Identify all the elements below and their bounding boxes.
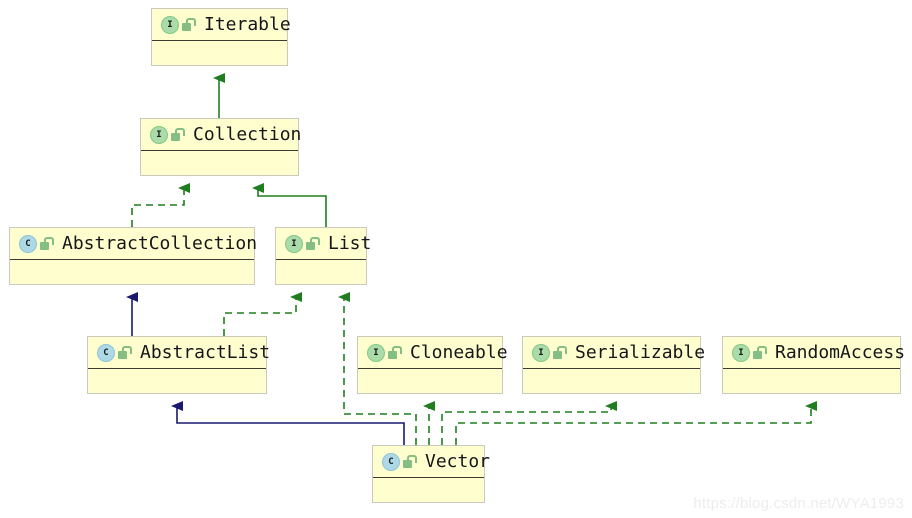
- uml-node-name: Vector: [425, 450, 491, 472]
- public-lock-icon: [553, 345, 567, 360]
- uml-node-randomaccess[interactable]: I RandomAccess: [722, 336, 905, 394]
- watermark-text: https://blog.csdn.net/WYA1993: [693, 495, 904, 512]
- uml-node-name: AbstractCollection: [62, 232, 258, 254]
- uml-node-list[interactable]: I List: [275, 227, 371, 285]
- uml-node-vector[interactable]: C Vector: [372, 445, 490, 503]
- uml-node-iterable[interactable]: I Iterable: [151, 8, 291, 66]
- uml-node-name: Iterable: [204, 13, 291, 35]
- uml-node-members: [276, 260, 366, 285]
- uml-node-members: [141, 151, 298, 176]
- edge-abstractcollection-to-collection: [131, 183, 190, 227]
- class-circle-icon: C: [97, 343, 115, 362]
- uml-node-header: C Vector: [373, 446, 490, 478]
- interface-circle-icon: I: [161, 15, 179, 34]
- uml-node-name: Cloneable: [410, 341, 508, 363]
- public-lock-icon: [388, 345, 402, 360]
- public-lock-icon: [171, 127, 185, 142]
- interface-circle-icon: I: [367, 343, 385, 362]
- interface-circle-icon: I: [732, 343, 750, 362]
- interface-circle-icon: I: [532, 343, 550, 362]
- public-lock-icon: [753, 345, 767, 360]
- uml-node-header: I RandomAccess: [723, 337, 905, 369]
- uml-node-collection[interactable]: I Collection: [140, 118, 302, 176]
- uml-node-members: [358, 369, 502, 394]
- interface-circle-icon: I: [285, 234, 303, 253]
- uml-node-members: [88, 369, 266, 394]
- uml-node-abstractcollection[interactable]: C AbstractCollection: [9, 227, 258, 285]
- uml-node-header: C AbstractList: [88, 337, 270, 369]
- interface-circle-icon: I: [150, 125, 168, 144]
- public-lock-icon: [182, 17, 196, 32]
- uml-class-diagram: I Iterable I Collection C AbstractCollec…: [0, 0, 912, 518]
- uml-node-name: Collection: [193, 123, 302, 145]
- uml-node-header: I Collection: [141, 119, 302, 151]
- class-circle-icon: C: [19, 234, 37, 253]
- public-lock-icon: [403, 454, 417, 469]
- uml-node-members: [10, 260, 254, 285]
- uml-node-serializable[interactable]: I Serializable: [522, 336, 705, 394]
- edge-vector-to-serializable: [441, 401, 617, 445]
- uml-node-name: AbstractList: [140, 341, 271, 363]
- public-lock-icon: [40, 236, 54, 251]
- edge-vector-to-abstractlist: [171, 401, 405, 445]
- uml-node-abstractlist[interactable]: C AbstractList: [87, 336, 270, 394]
- class-circle-icon: C: [382, 452, 400, 471]
- uml-node-members: [523, 369, 700, 394]
- public-lock-icon: [118, 345, 132, 360]
- uml-node-members: [373, 478, 484, 503]
- uml-node-header: C AbstractCollection: [10, 228, 258, 260]
- uml-node-members: [723, 369, 900, 394]
- edge-vector-to-randomaccess: [455, 401, 817, 445]
- uml-node-header: I List: [276, 228, 371, 260]
- uml-node-name: RandomAccess: [775, 341, 906, 363]
- uml-node-header: I Cloneable: [358, 337, 508, 369]
- edge-list-to-collection: [252, 183, 327, 227]
- public-lock-icon: [306, 236, 320, 251]
- uml-node-header: I Iterable: [152, 9, 291, 41]
- uml-node-members: [152, 41, 287, 66]
- uml-node-cloneable[interactable]: I Cloneable: [357, 336, 508, 394]
- uml-node-name: List: [328, 232, 372, 254]
- edge-abstractlist-to-list: [223, 292, 302, 336]
- uml-node-name: Serializable: [575, 341, 706, 363]
- uml-node-header: I Serializable: [523, 337, 705, 369]
